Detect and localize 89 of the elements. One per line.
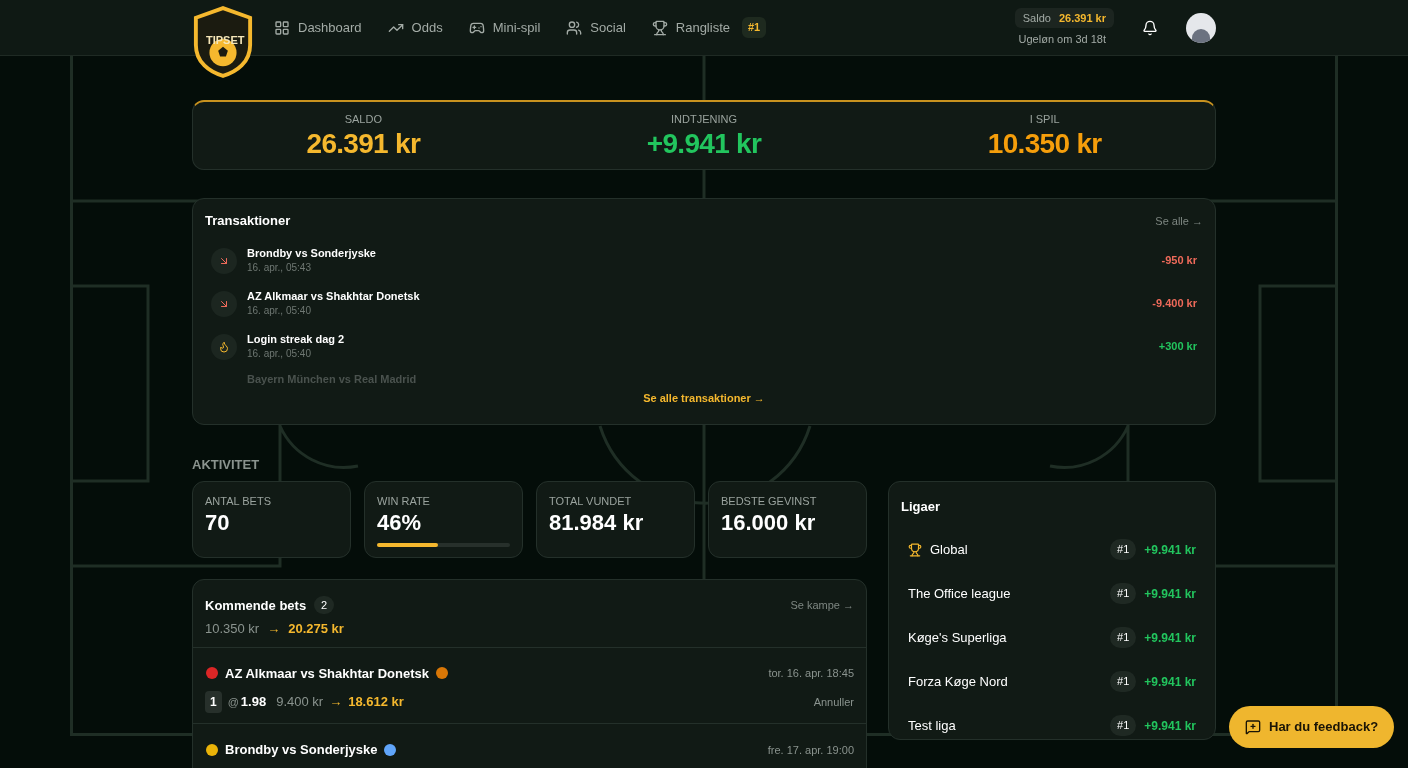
transaction-title: Bayern München vs Real Madrid (247, 371, 417, 386)
salary-note: Ugeløn om 3d 18t (1018, 32, 1106, 47)
transaction-title: Brondby vs Sonderjyske (247, 246, 376, 260)
see-all-link[interactable]: Se alle → (1155, 212, 1203, 229)
league-name: Forza Køge Nord (908, 672, 1008, 691)
transaction-time: 16. apr., 05:40 (247, 304, 312, 318)
summary-value: +9.941 kr (646, 127, 762, 160)
team-crest-icon (205, 666, 219, 681)
league-row[interactable]: The Office league #1 +9.941 kr (901, 571, 1203, 616)
pick-badge: 1 (205, 691, 222, 713)
league-name: Test liga (908, 716, 956, 735)
payout-total: 20.275 kr (288, 620, 344, 638)
balance-label: Saldo (1022, 10, 1051, 26)
league-gain: +9.941 kr (1144, 585, 1196, 603)
summary-value: 10.350 kr (987, 127, 1102, 160)
team-crest-icon (435, 666, 449, 681)
league-row[interactable]: Global #1 +9.941 kr (901, 527, 1203, 572)
summary-label: SALDO (344, 112, 382, 128)
see-matches-link[interactable]: Se kampe → (790, 597, 854, 614)
activity-heading: AKTIVITET (192, 456, 261, 474)
bet-date: tor. 16. apr. 18:45 (768, 666, 854, 681)
feedback-button[interactable]: Har du feedback? (1229, 706, 1395, 748)
league-row[interactable]: Test liga #1 +9.941 kr (901, 703, 1203, 748)
stat-label: WIN RATE (377, 493, 431, 509)
league-gain: +9.941 kr (1144, 629, 1196, 647)
nav-link[interactable]: Dashboard (274, 17, 362, 38)
team-crest-icon (383, 742, 398, 757)
cancel-button[interactable]: Annuller (813, 693, 854, 711)
grid-icon (274, 19, 290, 36)
league-gain: +9.941 kr (1144, 541, 1196, 559)
stat-label: TOTAL VUNDET (549, 493, 633, 509)
stat-label: ANTAL BETS (205, 493, 273, 509)
transaction-title: Login streak dag 2 (247, 332, 345, 346)
at-sign: @ (227, 694, 239, 710)
bet-match: AZ Alkmaar vs Shakhtar Donetsk (225, 664, 429, 683)
league-gain: +9.941 kr (1144, 717, 1196, 735)
nav-link[interactable]: Rangliste #1 (651, 17, 767, 38)
stat-value: 16.000 kr (721, 509, 817, 537)
league-rank: #1 (1110, 715, 1137, 736)
nav-link[interactable]: Mini-spil (468, 17, 541, 38)
feedback-icon (1245, 719, 1261, 735)
summary-label: I SPIL (1029, 112, 1060, 128)
nav-link[interactable]: Social (566, 17, 626, 38)
logo-text: TIPSET (206, 33, 245, 49)
transaction-amount: +300 kr (1158, 339, 1197, 355)
league-row[interactable]: Forza Køge Nord #1 +9.941 kr (901, 659, 1203, 704)
notification-icon[interactable] (1142, 19, 1158, 36)
transaction-time: 16. apr., 05:43 (247, 261, 312, 275)
transaction-time: 16. apr., 05:40 (247, 347, 312, 361)
transactions-title: Transaktioner (205, 212, 291, 230)
stat-value: 46% (377, 509, 423, 537)
trophy-icon (908, 542, 922, 557)
flame-icon (218, 340, 230, 353)
balance-value: 26.391 kr (1058, 10, 1106, 26)
league-rank: #1 (1110, 627, 1137, 648)
bet-odds: 1.98 (240, 693, 267, 712)
arrow-text: → (329, 693, 343, 712)
league-rank: #1 (1110, 583, 1137, 604)
avatar[interactable] (1186, 12, 1216, 43)
users-icon (566, 19, 583, 36)
team-crest-icon (205, 742, 219, 757)
transaction-amount: -950 kr (1161, 253, 1197, 269)
stat-value: 70 (205, 509, 231, 537)
rank-badge: #1 (742, 17, 767, 38)
nav-link[interactable]: Odds (387, 17, 443, 38)
summary-label: INDTJENING (671, 112, 737, 128)
leagues-title: Ligaer (901, 498, 940, 514)
upcoming-title: Kommende bets (205, 596, 307, 615)
league-name: Global (930, 540, 968, 559)
league-name: The Office league (908, 584, 1011, 603)
league-name: Køge's Superliga (908, 628, 1007, 647)
stat-value: 81.984 kr (549, 509, 645, 537)
transaction-amount: -9.400 kr (1152, 296, 1197, 312)
arrow-text: → (267, 620, 281, 638)
stake-total: 10.350 kr (205, 620, 260, 638)
league-gain: +9.941 kr (1144, 673, 1196, 691)
bet-match: Brondby vs Sonderjyske (225, 741, 378, 759)
league-rank: #1 (1110, 671, 1137, 692)
trophy-icon (651, 19, 668, 36)
bet-stake: 9.400 kr (276, 693, 324, 712)
summary-value: 26.391 kr (306, 127, 421, 160)
bet-date: fre. 17. apr. 19:00 (767, 742, 854, 758)
count-badge: 2 (314, 596, 335, 615)
league-row[interactable]: Køge's Superliga #1 +9.941 kr (901, 615, 1203, 660)
stat-label: BEDSTE GEVINST (721, 493, 818, 509)
all-transactions-link[interactable]: Se alle transaktioner → (643, 389, 765, 406)
league-rank: #1 (1110, 539, 1137, 560)
bet-payout: 18.612 kr (348, 693, 404, 712)
transaction-title: AZ Alkmaar vs Shakhtar Donetsk (247, 289, 420, 303)
